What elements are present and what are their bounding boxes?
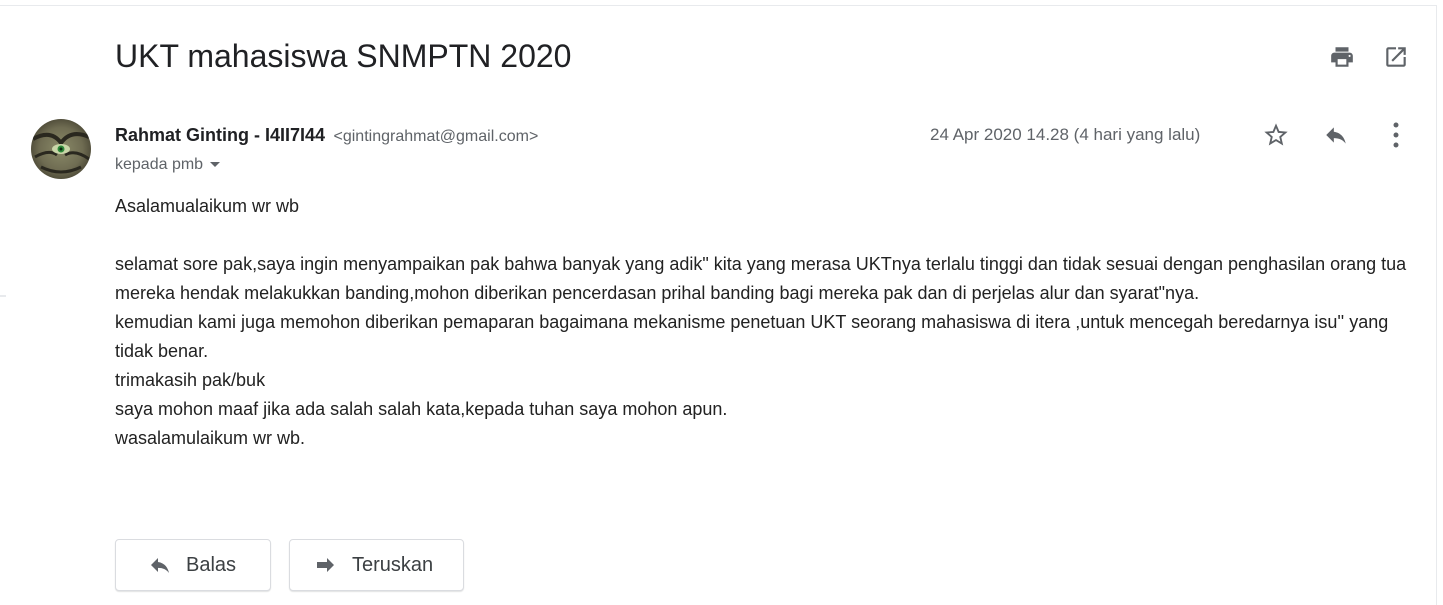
- message-date: 24 Apr 2020 14.28 (4 hari yang lalu): [930, 125, 1201, 144]
- reply-icon: [1326, 127, 1346, 144]
- reply-icon: [146, 553, 176, 577]
- body-line: saya mohon maaf jika ada salah salah kat…: [115, 399, 728, 419]
- sender-avatar[interactable]: [31, 119, 91, 179]
- message-actions: [1256, 116, 1416, 154]
- body-line: Asalamualaikum wr wb: [115, 196, 300, 216]
- open-in-new-window-button[interactable]: [1376, 40, 1416, 74]
- forward-icon: [312, 553, 342, 577]
- more-options-button[interactable]: [1376, 116, 1416, 154]
- forward-label: Teruskan: [352, 553, 434, 576]
- right-divider: [1436, 5, 1437, 605]
- recipient-label: kepada pmb: [115, 156, 204, 173]
- left-edge-mark: [0, 295, 6, 297]
- sender-email: <gintingrahmat@gmail.com>: [333, 128, 539, 145]
- avatar-image: [31, 119, 91, 179]
- body-line: wasalamulaikum wr wb.: [115, 428, 306, 448]
- forward-button[interactable]: Teruskan: [289, 539, 464, 591]
- reply-bottom-button[interactable]: Balas: [115, 539, 271, 591]
- print-icon: [1331, 47, 1353, 67]
- subject-toolbar: [1322, 40, 1416, 74]
- more-vert-icon: [1393, 122, 1399, 148]
- sender-name[interactable]: Rahmat Ginting - I4II7I44: [115, 125, 325, 145]
- bottom-actions: Balas Teruskan: [115, 539, 464, 591]
- email-subject: UKT mahasiswa SNMPTN 2020: [115, 38, 572, 74]
- star-icon: [1264, 123, 1288, 146]
- sender-line: Rahmat Ginting - I4II7I44 <gintingrahmat…: [115, 124, 538, 148]
- body-blank-line: [115, 221, 1415, 250]
- body-line: selamat sore pak,saya ingin menyampaikan…: [115, 254, 1407, 303]
- body-line: trimakasih pak/buk: [115, 370, 266, 390]
- print-button[interactable]: [1322, 40, 1362, 74]
- caret-down-icon: [210, 162, 221, 167]
- reply-label: Balas: [186, 553, 237, 576]
- reply-button[interactable]: [1316, 116, 1356, 154]
- message-body: Asalamualaikum wr wb selamat sore pak,sa…: [115, 192, 1415, 453]
- top-divider: [0, 5, 1436, 6]
- star-button[interactable]: [1256, 116, 1296, 154]
- open-in-new-window-icon: [1386, 47, 1406, 67]
- body-line: kemudian kami juga memohon diberikan pem…: [115, 312, 1389, 361]
- recipient-line[interactable]: kepada pmb: [115, 154, 221, 176]
